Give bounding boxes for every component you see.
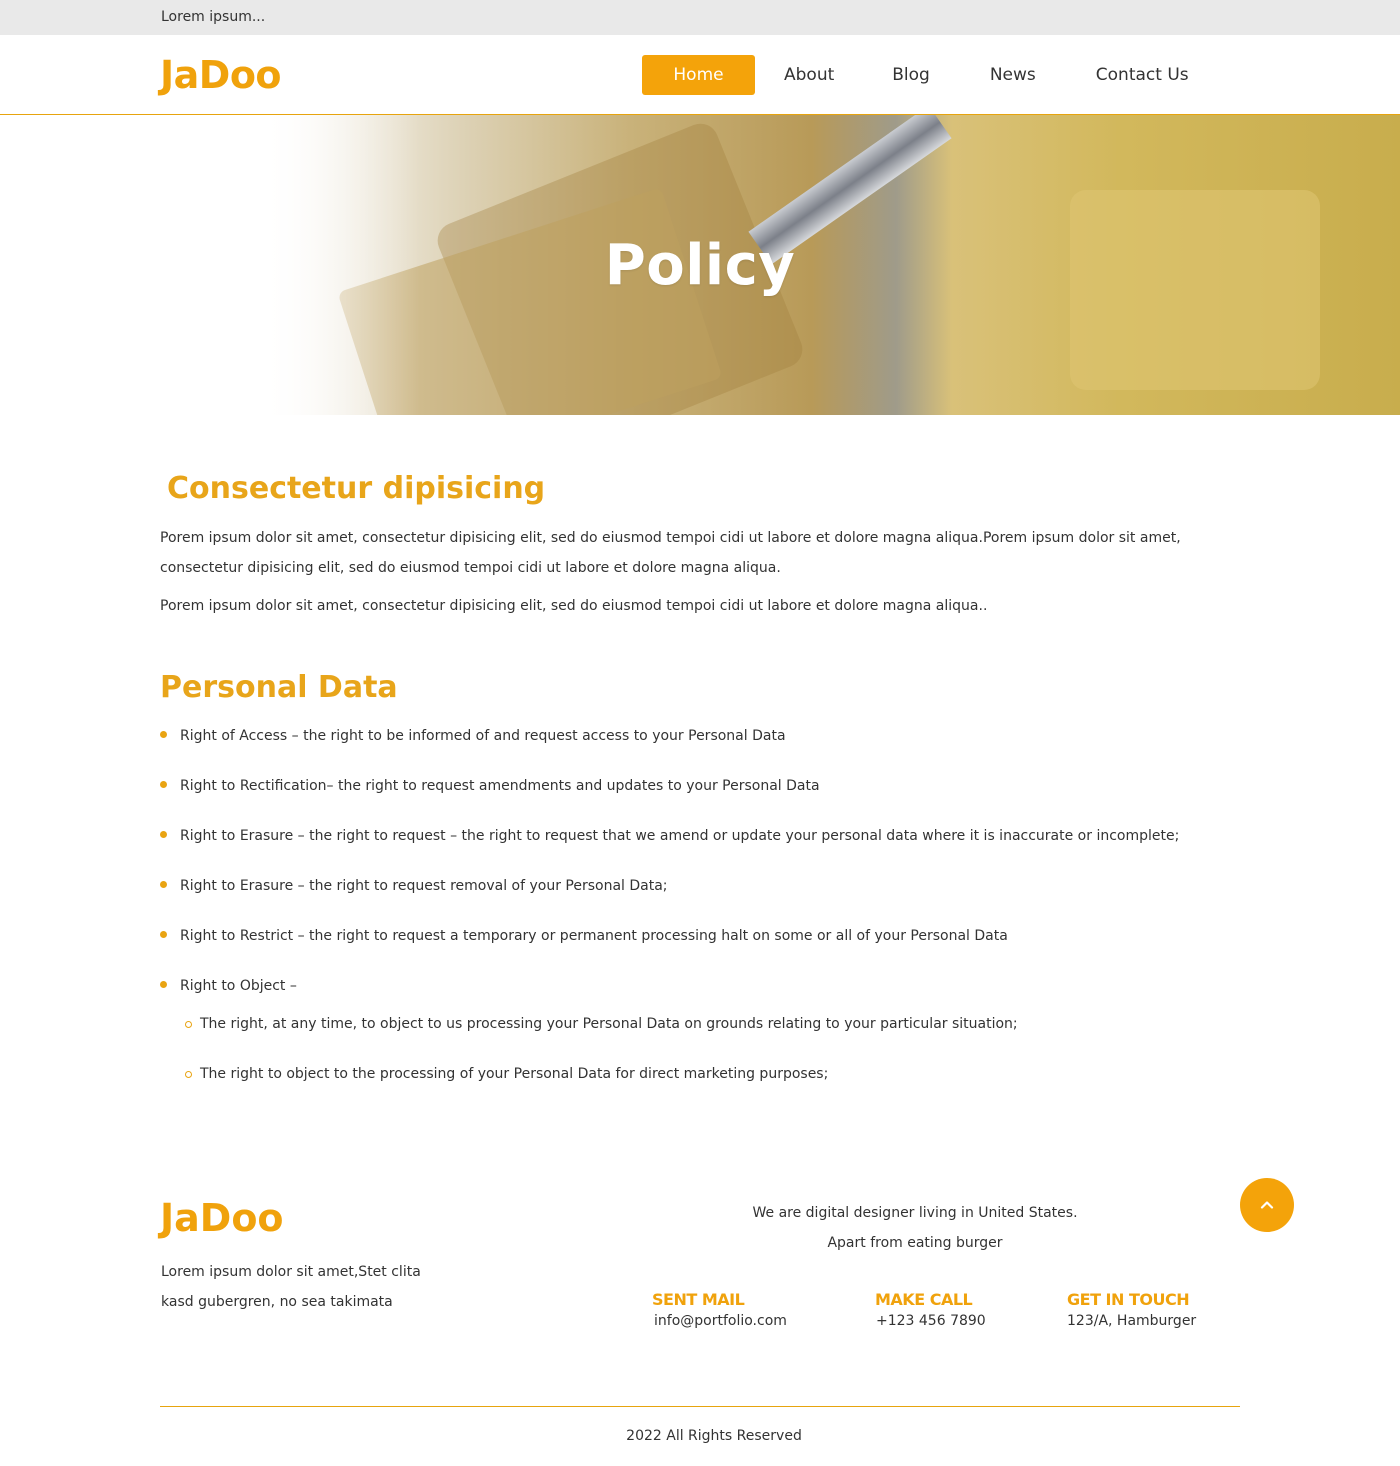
contact-mail-value[interactable]: info@portfolio.com (652, 1313, 787, 1329)
list-item: Right to Erasure – the right to request … (160, 871, 1240, 921)
footer-about-line: Lorem ipsum dolor sit amet,Stet clita (161, 1264, 421, 1280)
copyright-text: 2022 All Rights Reserved (626, 1428, 802, 1444)
contact-call: MAKE CALL +123 456 7890 (875, 1288, 986, 1329)
nav-contact-us[interactable]: Contact Us (1096, 55, 1189, 95)
page-title: Policy (604, 233, 796, 298)
list-item: Right to Restrict – the right to request… (160, 921, 1240, 971)
object-rights-list: The right, at any time, to object to us … (185, 1009, 1235, 1109)
list-item: The right to object to the processing of… (185, 1059, 1235, 1109)
list-item: Right to Rectification– the right to req… (160, 771, 1240, 821)
nav-news[interactable]: News (990, 55, 1036, 95)
contact-address-value: 123/A, Hamburger (1067, 1313, 1197, 1329)
list-item: Right to Erasure – the right to request … (160, 821, 1240, 871)
footer-about-line: kasd gubergren, no sea takimata (161, 1294, 393, 1310)
nav-home[interactable]: Home (642, 55, 755, 95)
top-bar: Lorem ipsum... (0, 0, 1400, 35)
contact-address: GET IN TOUCH 123/A, Hamburger (1067, 1288, 1196, 1329)
intro-paragraph: Porem ipsum dolor sit amet, consectetur … (160, 598, 988, 614)
footer-tagline-line: We are digital designer living in United… (752, 1205, 1078, 1221)
site-logo[interactable]: JaDoo (160, 53, 282, 97)
footer-divider (160, 1406, 1240, 1407)
footer-about: Lorem ipsum dolor sit amet,Stet clita ka… (161, 1257, 461, 1317)
contact-call-value[interactable]: +123 456 7890 (875, 1313, 986, 1329)
contact-mail: SENT MAIL info@portfolio.com (652, 1288, 787, 1329)
list-item: Right of Access – the right to be inform… (160, 721, 1240, 771)
list-item: The right, at any time, to object to us … (185, 1009, 1235, 1059)
main-nav: Home About Blog News Contact Us (642, 55, 1189, 95)
site-header: JaDoo Home About Blog News Contact Us (0, 35, 1400, 115)
nav-blog[interactable]: Blog (892, 55, 930, 95)
nav-about[interactable]: About (784, 55, 834, 95)
back-to-top-button[interactable] (1240, 1178, 1294, 1232)
top-bar-text: Lorem ipsum... (161, 9, 266, 25)
intro-paragraph: Porem ipsum dolor sit amet, consectetur … (160, 530, 1181, 576)
footer-logo[interactable]: JaDoo (160, 1196, 284, 1240)
hero-banner: Policy (0, 115, 1400, 415)
contact-call-title: MAKE CALL (875, 1290, 973, 1309)
footer-tagline-line: Apart from eating burger (827, 1235, 1003, 1251)
rights-list: Right of Access – the right to be inform… (160, 721, 1240, 1009)
footer-tagline: We are digital designer living in United… (680, 1198, 1150, 1258)
intro-heading: Consectetur dipisicing (167, 471, 546, 506)
personal-data-heading: Personal Data (160, 670, 398, 705)
chevron-up-icon (1260, 1201, 1274, 1209)
contact-address-title: GET IN TOUCH (1067, 1290, 1190, 1309)
list-item: Right to Object – (160, 971, 1240, 1009)
contact-mail-title: SENT MAIL (652, 1290, 745, 1309)
